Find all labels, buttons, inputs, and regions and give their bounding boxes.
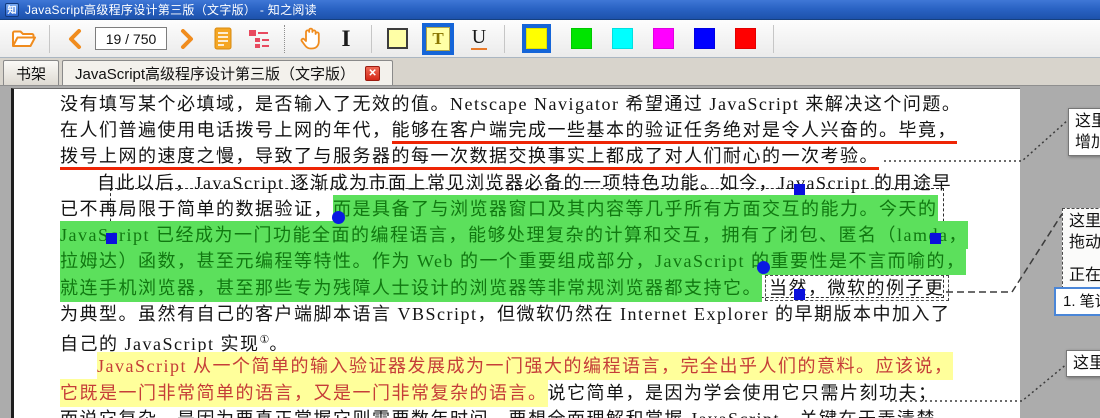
next-page-button[interactable] [172, 23, 202, 55]
annotation-text: 正在 [1069, 267, 1100, 284]
annotation-text: 这里 [1073, 355, 1100, 372]
tab-label: 书架 [16, 65, 47, 83]
text-highlight-icon: T [426, 26, 450, 51]
selection-handle-right[interactable] [930, 233, 941, 244]
toolbar: I T U [0, 20, 1100, 58]
text-highlight-tool-button[interactable]: T [423, 23, 453, 55]
color-swatch-green[interactable] [571, 28, 592, 49]
toolbar-separator [504, 24, 505, 53]
pan-tool-button[interactable] [295, 23, 325, 55]
tab-bookshelf[interactable]: 书架 [3, 60, 60, 85]
annotation-callout-3[interactable]: 这里 [1066, 350, 1100, 377]
page-number-input[interactable] [95, 27, 167, 50]
color-swatch-magenta[interactable] [653, 28, 674, 49]
tab-bar: 书架 JavaScript高级程序设计第三版（文字版） ✕ [0, 58, 1100, 86]
toolbar-separator [284, 24, 285, 53]
toolbar-separator [371, 24, 372, 53]
title-bar: 知 JavaScript高级程序设计第三版（文字版） - 知之阅读 [0, 0, 1100, 20]
close-icon: ✕ [368, 67, 377, 79]
underline-icon: U [470, 26, 488, 50]
color-swatch-yellow[interactable] [526, 28, 547, 49]
annotation-callout-1[interactable]: 这里 增加 [1068, 108, 1100, 156]
app-icon: 知 [5, 2, 19, 17]
color-swatch-red[interactable] [735, 28, 756, 49]
text-cursor-icon: I [341, 25, 351, 51]
note-item-label: 1. 笔记 [1063, 293, 1100, 310]
prev-page-button[interactable] [60, 23, 90, 55]
selection-handle-top[interactable] [794, 184, 805, 195]
annotation-text: 这里 [1075, 113, 1100, 130]
highlight-square-icon [386, 28, 408, 49]
callout-lines [884, 119, 1069, 402]
document-icon [213, 27, 233, 51]
select-text-tool-button[interactable]: I [331, 23, 361, 55]
toolbar-separator [773, 24, 774, 53]
tab-current-book[interactable]: JavaScript高级程序设计第三版（文字版） ✕ [62, 60, 394, 85]
tab-close-button[interactable]: ✕ [365, 65, 381, 81]
outline-tree-icon [248, 28, 270, 50]
chevron-right-icon [180, 28, 194, 49]
reader-content: 没有填写某个必填域，是否输入了无效的值。Netscape Navigator 希… [0, 86, 1100, 418]
selection-handle-start[interactable] [332, 211, 345, 224]
annotation-callout-2[interactable]: 这里 拖动 正在 [1062, 208, 1100, 289]
note-list-item[interactable]: 1. 笔记 [1054, 287, 1100, 316]
toolbar-separator [49, 24, 50, 53]
annotation-text: 增加 [1075, 134, 1100, 151]
outline-button[interactable] [244, 23, 274, 55]
annotation-text: 拖动 [1069, 234, 1100, 251]
window-title: JavaScript高级程序设计第三版（文字版） - 知之阅读 [25, 3, 317, 17]
color-swatch-blue[interactable] [694, 28, 715, 49]
folder-open-icon [11, 28, 37, 50]
hand-icon [298, 26, 322, 52]
selection-handle-end[interactable] [757, 261, 770, 274]
annotation-text: 这里 [1069, 213, 1100, 230]
selection-handle-left[interactable] [106, 233, 117, 244]
document-view-button[interactable] [208, 23, 238, 55]
chevron-left-icon [68, 28, 82, 49]
open-file-button[interactable] [9, 23, 39, 55]
underline-tool-button[interactable]: U [464, 23, 494, 55]
selection-handle-bottom[interactable] [794, 289, 805, 300]
tab-label: JavaScript高级程序设计第三版（文字版） [75, 65, 356, 83]
highlight-tool-button[interactable] [382, 23, 412, 55]
color-swatch-cyan[interactable] [612, 28, 633, 49]
